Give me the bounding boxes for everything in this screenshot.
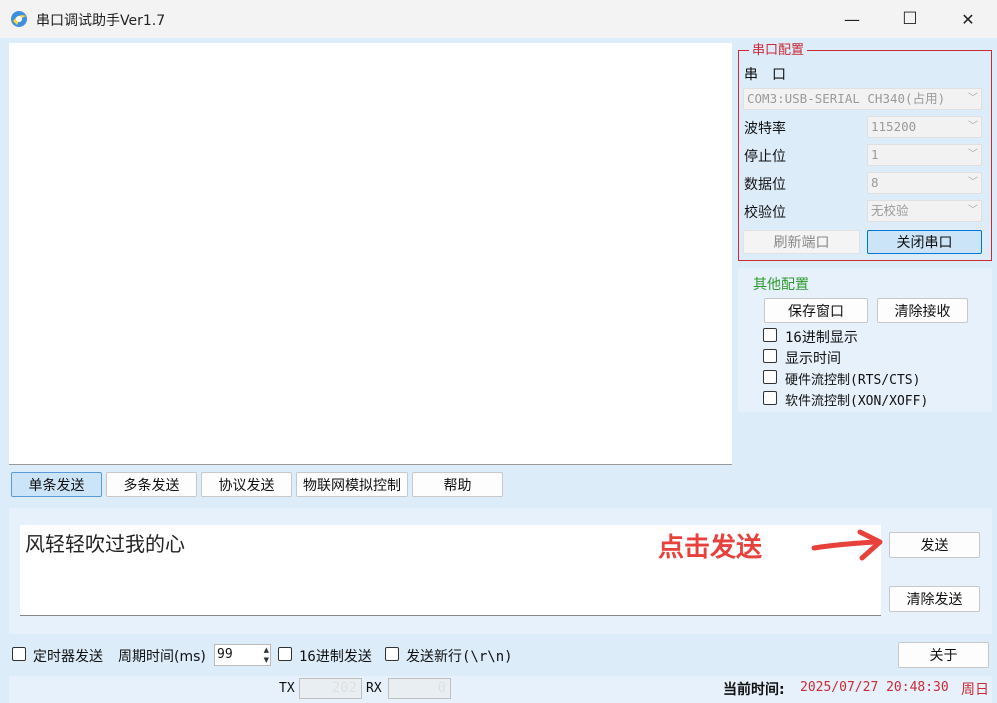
receive-textarea[interactable] bbox=[9, 43, 732, 465]
maximize-icon: ☐ bbox=[902, 9, 918, 29]
port-select[interactable]: COM3:USB-SERIAL CH340(占用) ﹀ bbox=[743, 88, 982, 110]
baud-label: 波特率 bbox=[744, 121, 786, 137]
hex-send-checkbox[interactable] bbox=[278, 647, 292, 661]
weekday-label: 周日 bbox=[961, 682, 989, 698]
clear-receive-button[interactable]: 清除接收 bbox=[877, 298, 968, 323]
port-select-value: COM3:USB-SERIAL CH340(占用) bbox=[747, 91, 946, 106]
parity-label: 校验位 bbox=[744, 205, 786, 221]
sw-flow-label: 软件流控制(XON/XOFF) bbox=[785, 394, 929, 409]
minimize-icon: — bbox=[844, 9, 860, 29]
about-button[interactable]: 关于 bbox=[898, 642, 989, 668]
stopbits-select-value: 1 bbox=[871, 147, 879, 162]
hw-flow-label: 硬件流控制(RTS/CTS) bbox=[785, 373, 921, 388]
spin-up-icon[interactable]: ▲ bbox=[264, 645, 269, 655]
hex-send-label: 16进制发送 bbox=[299, 649, 372, 665]
maximize-button[interactable]: ☐ bbox=[881, 0, 939, 38]
tab-help[interactable]: 帮助 bbox=[412, 472, 503, 497]
parity-select[interactable]: 无校验 ﹀ bbox=[867, 200, 982, 222]
spin-down-icon[interactable]: ▼ bbox=[264, 655, 269, 665]
close-icon: ✕ bbox=[961, 9, 975, 29]
current-time-value: 2025/07/27 20:48:30 bbox=[800, 680, 949, 695]
send-button[interactable]: 发送 bbox=[889, 532, 980, 558]
rx-label: RX bbox=[366, 681, 382, 696]
baud-select[interactable]: 115200 ﹀ bbox=[867, 116, 982, 138]
minimize-button[interactable]: — bbox=[823, 0, 881, 38]
databits-select-value: 8 bbox=[871, 175, 879, 190]
chevron-down-icon: ﹀ bbox=[968, 177, 978, 188]
app-logo-icon bbox=[11, 11, 27, 27]
tab-protocol-send[interactable]: 协议发送 bbox=[201, 472, 292, 497]
refresh-ports-button[interactable]: 刷新端口 bbox=[743, 230, 860, 254]
port-label: 串 口 bbox=[744, 67, 786, 83]
period-label: 周期时间(ms) bbox=[118, 649, 206, 665]
other-config-title: 其他配置 bbox=[753, 277, 809, 293]
parity-select-value: 无校验 bbox=[871, 203, 909, 218]
timer-send-label: 定时器发送 bbox=[33, 649, 103, 665]
baud-select-value: 115200 bbox=[871, 119, 917, 134]
tx-counter: 202 bbox=[299, 678, 362, 699]
rx-counter: 0 bbox=[388, 678, 451, 699]
sw-flow-checkbox[interactable] bbox=[763, 391, 777, 405]
tx-label: TX bbox=[279, 681, 295, 696]
current-time-label: 当前时间: bbox=[723, 682, 785, 698]
chevron-down-icon: ﹀ bbox=[968, 121, 978, 132]
save-window-button[interactable]: 保存窗口 bbox=[764, 298, 868, 323]
tab-single-send[interactable]: 单条发送 bbox=[11, 472, 102, 497]
hex-display-checkbox[interactable] bbox=[763, 328, 777, 342]
arrow-right-icon bbox=[811, 529, 883, 561]
show-time-label: 显示时间 bbox=[785, 351, 841, 367]
stopbits-select[interactable]: 1 ﹀ bbox=[867, 144, 982, 166]
period-spinbox[interactable]: 99 ▲ ▼ bbox=[214, 644, 271, 666]
timer-send-checkbox[interactable] bbox=[12, 647, 26, 661]
hw-flow-checkbox[interactable] bbox=[763, 370, 777, 384]
clear-send-button[interactable]: 清除发送 bbox=[889, 586, 980, 612]
period-value: 99 bbox=[217, 647, 233, 662]
close-port-button[interactable]: 关闭串口 bbox=[867, 230, 982, 254]
show-time-checkbox[interactable] bbox=[763, 349, 777, 363]
chevron-down-icon: ﹀ bbox=[968, 205, 978, 216]
databits-label: 数据位 bbox=[744, 177, 786, 193]
close-button[interactable]: ✕ bbox=[939, 0, 997, 38]
chevron-down-icon: ﹀ bbox=[968, 93, 978, 104]
databits-select[interactable]: 8 ﹀ bbox=[867, 172, 982, 194]
window-title: 串口调试助手Ver1.7 bbox=[36, 13, 166, 29]
newline-checkbox[interactable] bbox=[385, 647, 399, 661]
serial-config-title: 串口配置 bbox=[749, 43, 808, 59]
chevron-down-icon: ﹀ bbox=[968, 149, 978, 160]
newline-label: 发送新行(\r\n) bbox=[406, 649, 513, 665]
hex-display-label: 16进制显示 bbox=[785, 330, 858, 346]
stopbits-label: 停止位 bbox=[744, 149, 786, 165]
click-send-annotation: 点击发送 bbox=[658, 533, 763, 563]
tab-iot-control[interactable]: 物联网模拟控制 bbox=[296, 472, 408, 497]
title-bar: 串口调试助手Ver1.7 — ☐ ✕ bbox=[0, 0, 997, 38]
tab-multi-send[interactable]: 多条发送 bbox=[106, 472, 197, 497]
